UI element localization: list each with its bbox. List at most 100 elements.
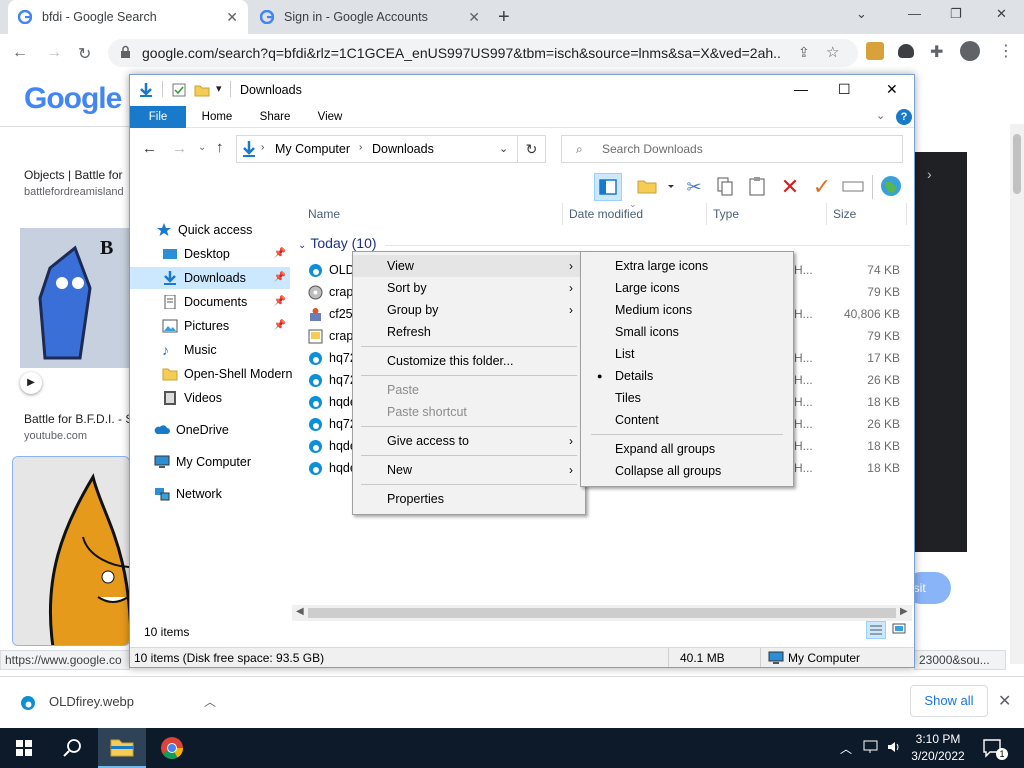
ribbon-expand-chevron-icon[interactable]: ⌄ xyxy=(876,109,885,122)
minimize-icon[interactable]: — xyxy=(794,81,808,97)
profile-avatar-icon[interactable] xyxy=(960,41,980,61)
restore-icon[interactable]: ❐ xyxy=(950,6,962,22)
collapse-chevron-icon[interactable]: ⌄ xyxy=(298,240,306,251)
maximize-icon[interactable]: ☐ xyxy=(838,81,851,98)
result-title[interactable]: Battle for B.F.D.I. - S xyxy=(24,412,133,426)
result-title[interactable]: Objects | Battle for xyxy=(24,168,123,182)
scroll-right-arrow-icon[interactable]: ▶ xyxy=(900,606,908,617)
clock-time[interactable]: 3:10 PM xyxy=(908,732,968,746)
pin-icon[interactable]: 📌 xyxy=(274,248,286,259)
column-divider[interactable] xyxy=(826,203,827,225)
up-arrow-icon[interactable]: ↑ xyxy=(216,139,224,156)
extension-doge-icon[interactable] xyxy=(866,42,884,60)
close-window-icon[interactable]: ✕ xyxy=(886,81,898,98)
play-icon[interactable]: ▶ xyxy=(20,372,42,394)
nav-quick-access[interactable]: Quick access xyxy=(130,219,290,241)
clock-date[interactable]: 3/20/2022 xyxy=(905,749,971,763)
breadcrumb-downloads[interactable]: Downloads xyxy=(372,142,434,156)
show-all-button[interactable]: Show all xyxy=(910,685,988,717)
breadcrumb-separator-icon[interactable]: › xyxy=(261,142,264,153)
menu-item-extra-large-icons[interactable]: Extra large icons xyxy=(581,255,793,277)
tab-share[interactable]: Share xyxy=(250,106,300,128)
column-divider[interactable] xyxy=(562,203,563,225)
reload-icon[interactable]: ↻ xyxy=(78,44,91,64)
menu-item-tiles[interactable]: Tiles xyxy=(581,387,793,409)
new-folder-icon[interactable] xyxy=(194,83,210,97)
horizontal-scrollbar[interactable]: ◀ ▶ xyxy=(292,605,912,621)
explorer-title-bar[interactable]: ▾ Downloads — ☐ ✕ xyxy=(130,75,914,105)
close-tab-icon[interactable]: ✕ xyxy=(468,10,480,24)
menu-item-properties[interactable]: Properties xyxy=(353,488,585,510)
download-item[interactable]: OLDfirey.webp ︿ xyxy=(16,689,226,717)
search-input[interactable]: ⌕ Search Downloads xyxy=(561,135,903,163)
details-view-icon[interactable] xyxy=(866,621,886,639)
menu-item-medium-icons[interactable]: Medium icons xyxy=(581,299,793,321)
column-divider[interactable] xyxy=(906,203,907,225)
tray-chevron-up-icon[interactable]: ︿ xyxy=(840,740,852,757)
nav-desktop[interactable]: Desktop 📌 xyxy=(130,243,290,265)
refresh-icon[interactable]: ↻ xyxy=(518,135,546,163)
nav-videos[interactable]: Videos xyxy=(130,387,290,409)
forward-arrow-icon[interactable]: → xyxy=(46,44,62,62)
menu-item-small-icons[interactable]: Small icons xyxy=(581,321,793,343)
tab-file[interactable]: File xyxy=(130,106,186,128)
result-image-thumbnail[interactable]: B xyxy=(20,228,130,368)
large-icons-view-icon[interactable] xyxy=(890,621,910,639)
nav-open-shell-modern[interactable]: Open-Shell Modern xyxy=(130,363,292,385)
column-size[interactable]: Size xyxy=(833,207,856,221)
close-window-icon[interactable]: ✕ xyxy=(996,6,1007,22)
pin-icon[interactable]: 📌 xyxy=(274,296,286,307)
recent-locations-chevron-icon[interactable]: ⌄ xyxy=(198,142,206,153)
result-image-thumbnail[interactable] xyxy=(12,456,130,646)
back-arrow-icon[interactable]: ← xyxy=(12,44,28,62)
nav-my-computer[interactable]: My Computer xyxy=(130,451,290,473)
select-checkmark-icon[interactable]: ✓ xyxy=(808,173,836,201)
menu-item-give-access[interactable]: Give access to › xyxy=(353,430,585,452)
menu-item-refresh[interactable]: Refresh xyxy=(353,321,585,343)
group-header-today[interactable]: ⌄ Today (10) xyxy=(298,235,377,251)
search-icon[interactable] xyxy=(48,728,96,768)
help-icon[interactable]: ? xyxy=(896,109,912,125)
share-icon[interactable]: ⇪ xyxy=(798,44,810,61)
column-type[interactable]: Type xyxy=(713,207,739,221)
minimize-icon[interactable]: — xyxy=(908,6,921,21)
close-download-bar-icon[interactable]: ✕ xyxy=(998,691,1011,711)
chevron-right-icon[interactable]: › xyxy=(927,166,932,182)
menu-item-new[interactable]: New › xyxy=(353,459,585,481)
address-history-chevron-icon[interactable]: ⌄ xyxy=(499,142,508,155)
tab-bfdi-google-search[interactable]: bfdi - Google Search ✕ xyxy=(8,0,248,34)
nav-music[interactable]: ♪ Music xyxy=(130,339,290,361)
menu-item-view[interactable]: View › xyxy=(353,255,585,277)
menu-item-details[interactable]: ● Details xyxy=(581,365,793,387)
column-name[interactable]: Name xyxy=(308,207,340,221)
scroll-left-arrow-icon[interactable]: ◀ xyxy=(296,606,304,617)
globe-icon[interactable] xyxy=(878,173,906,201)
menu-item-sort-by[interactable]: Sort by › xyxy=(353,277,585,299)
menu-item-customize-folder[interactable]: Customize this folder... xyxy=(353,350,585,372)
menu-item-paste-shortcut[interactable]: Paste shortcut xyxy=(353,401,585,423)
volume-tray-icon[interactable] xyxy=(886,738,904,756)
menu-item-expand-all-groups[interactable]: Expand all groups xyxy=(581,438,793,460)
nav-onedrive[interactable]: OneDrive xyxy=(130,419,290,441)
chevron-up-icon[interactable]: ︿ xyxy=(204,693,216,710)
breadcrumb-separator-icon[interactable]: › xyxy=(359,142,362,153)
start-windows-icon[interactable] xyxy=(0,728,48,768)
menu-item-group-by[interactable]: Group by › xyxy=(353,299,585,321)
copy-icon[interactable] xyxy=(712,173,740,201)
cut-scissors-icon[interactable]: ✂ xyxy=(680,173,708,201)
extension-cloud-icon[interactable] xyxy=(898,44,914,58)
tab-view[interactable]: View xyxy=(306,106,354,128)
nav-pictures[interactable]: Pictures 📌 xyxy=(130,315,290,337)
menu-item-collapse-all-groups[interactable]: Collapse all groups xyxy=(581,460,793,482)
tab-home[interactable]: Home xyxy=(192,106,242,128)
chrome-taskbar-icon[interactable] xyxy=(148,728,196,768)
menu-item-list[interactable]: List xyxy=(581,343,793,365)
tab-search-chevron-icon[interactable]: ⌄ xyxy=(856,6,867,22)
new-tab-plus-icon[interactable]: + xyxy=(498,6,510,29)
menu-item-large-icons[interactable]: Large icons xyxy=(581,277,793,299)
new-folder-dropdown-icon[interactable] xyxy=(634,173,674,201)
file-explorer-taskbar-icon[interactable] xyxy=(98,728,146,768)
scrollbar-thumb[interactable] xyxy=(1013,134,1021,194)
column-divider[interactable] xyxy=(706,203,707,225)
bookmark-star-icon[interactable]: ☆ xyxy=(826,43,839,61)
